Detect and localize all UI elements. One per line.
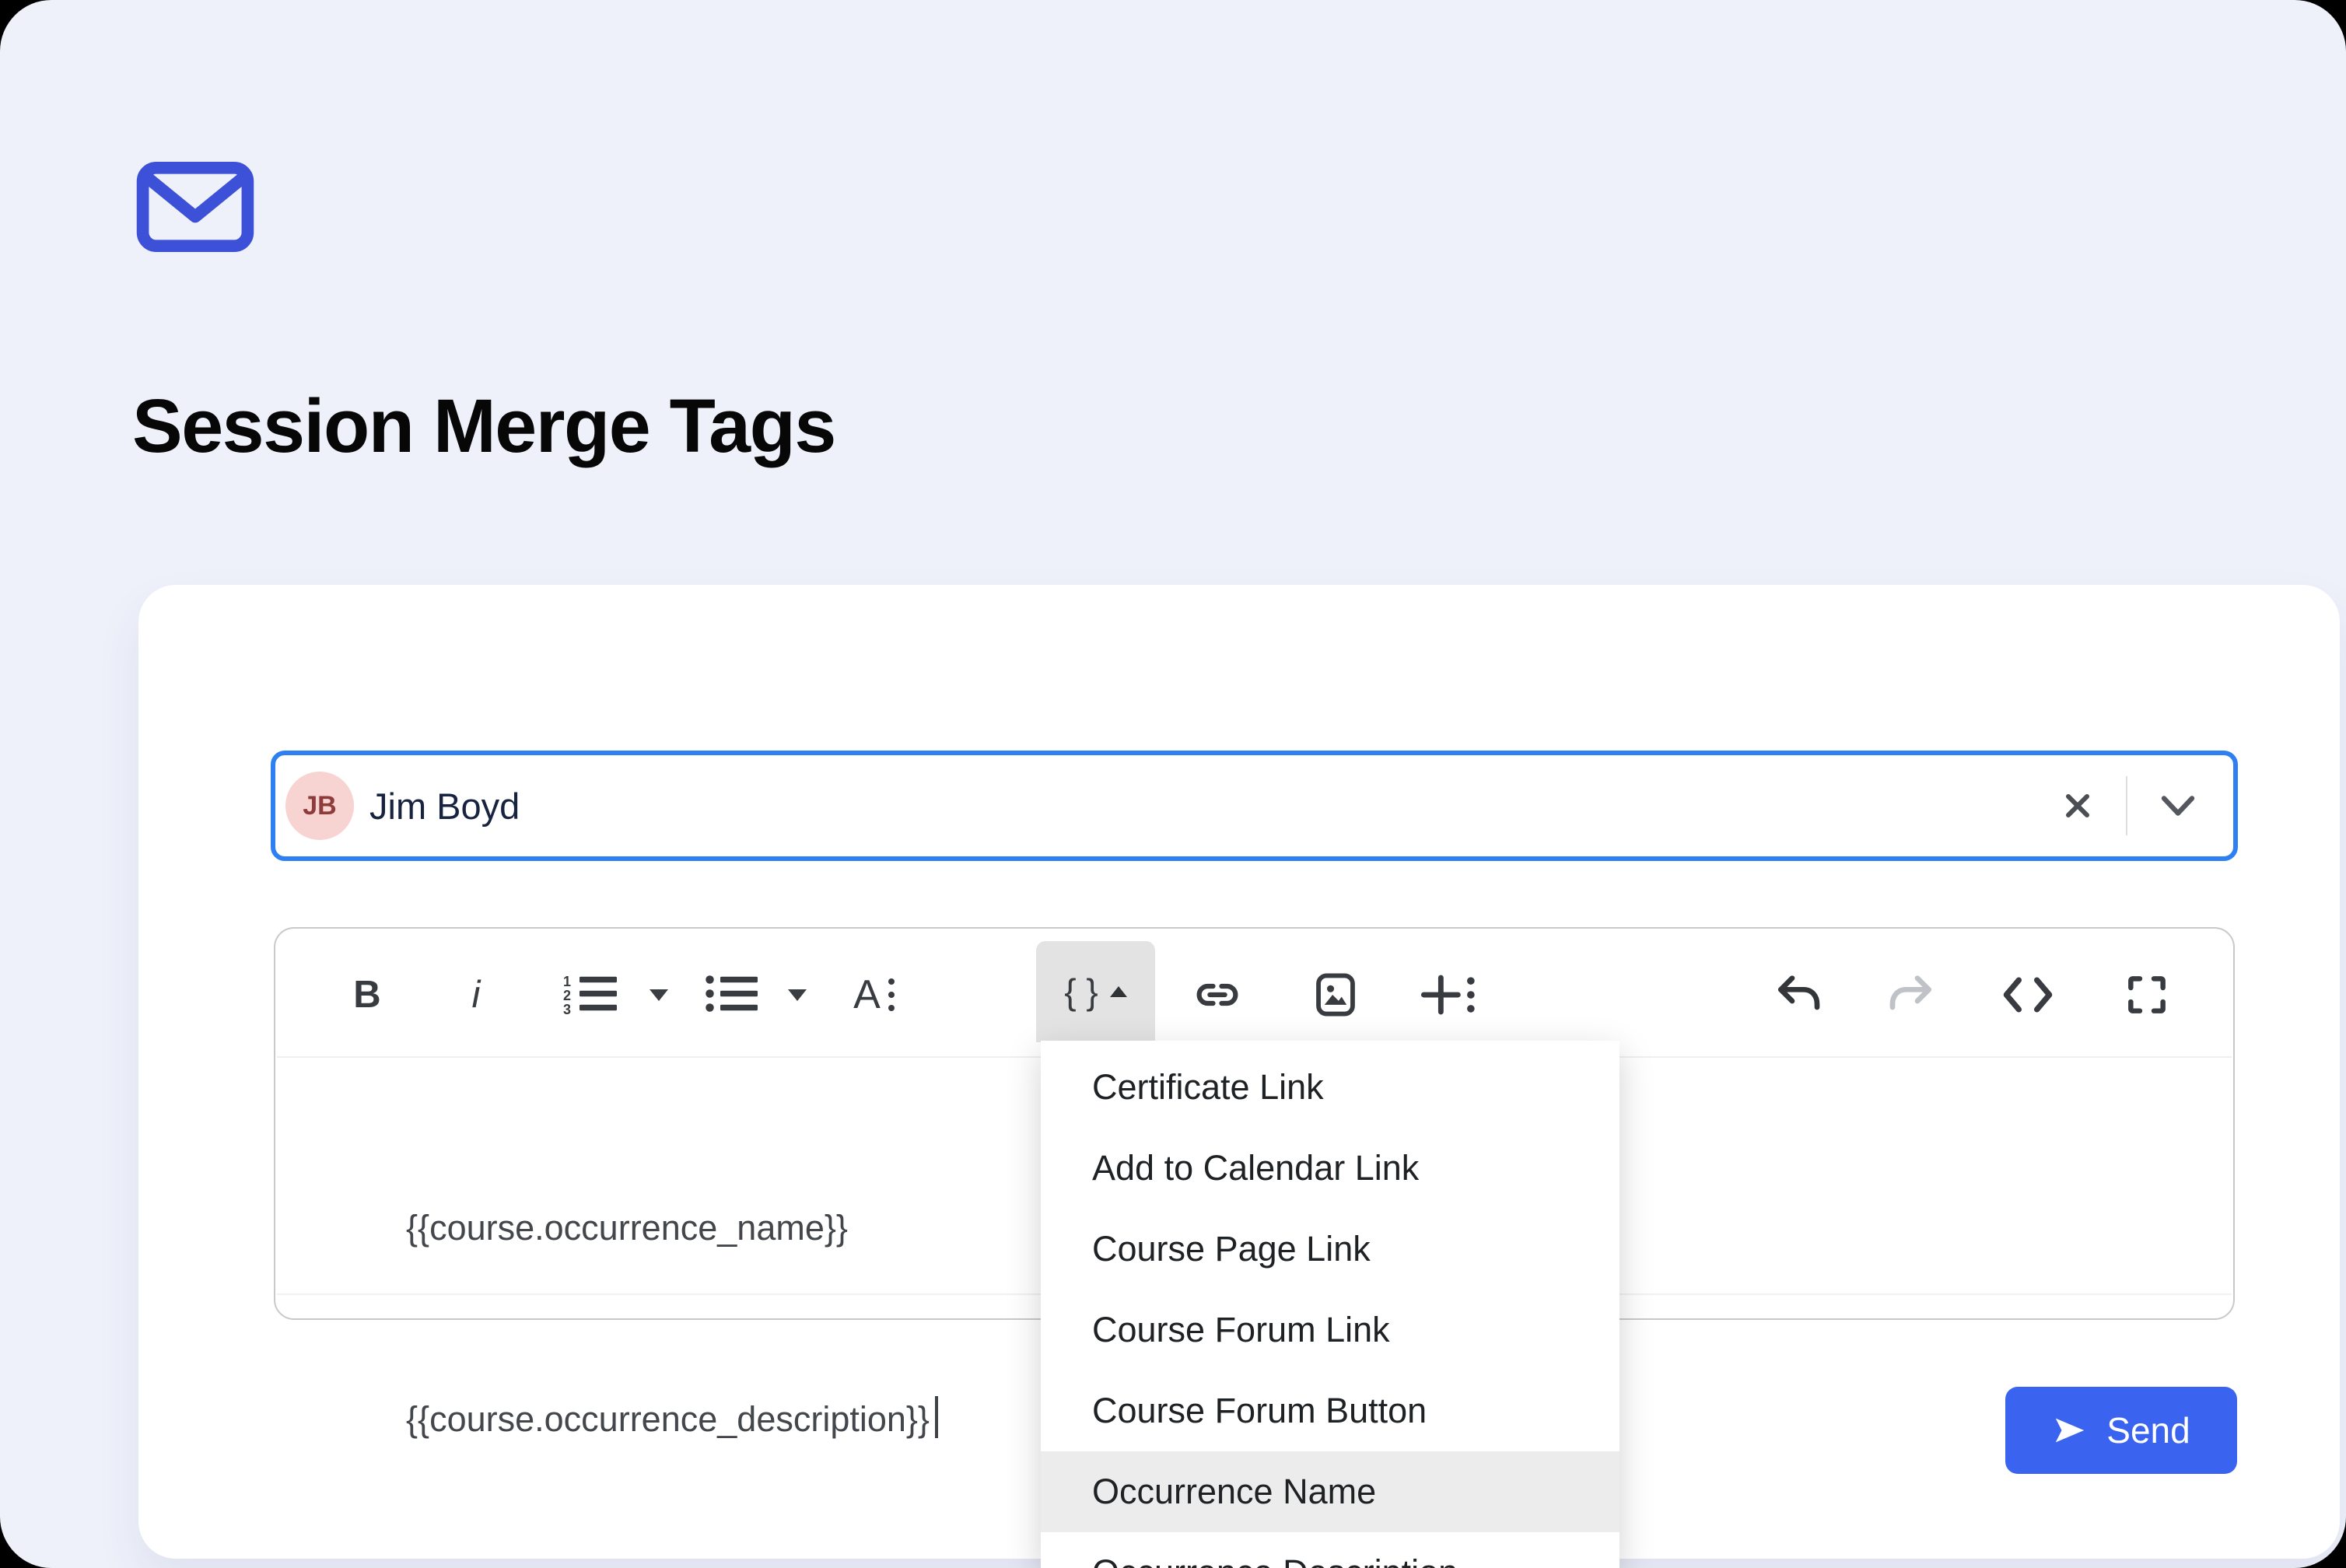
italic-icon: i bbox=[472, 973, 481, 1017]
bullet-list-options-button[interactable] bbox=[781, 956, 814, 1034]
vertical-dots-icon bbox=[888, 977, 895, 1013]
recipient-field[interactable]: JB Jim Boyd bbox=[271, 751, 2238, 861]
image-icon bbox=[1311, 971, 1360, 1019]
ordered-list-icon: 1 2 3 bbox=[563, 974, 619, 1016]
avatar-initials: JB bbox=[303, 791, 336, 821]
insert-image-button[interactable] bbox=[1306, 956, 1365, 1034]
recipient-name: Jim Boyd bbox=[369, 785, 520, 828]
mail-icon bbox=[136, 162, 254, 252]
undo-button[interactable] bbox=[1769, 956, 1828, 1034]
paper-plane-icon bbox=[2052, 1412, 2088, 1448]
redo-button[interactable] bbox=[1882, 956, 1941, 1034]
merge-tags-button[interactable]: { } bbox=[1036, 941, 1155, 1042]
bullet-list-icon bbox=[704, 974, 760, 1016]
menu-item-add-to-calendar-link[interactable]: Add to Calendar Link bbox=[1041, 1128, 1619, 1209]
ordered-list-button[interactable]: 1 2 3 bbox=[562, 956, 621, 1034]
bold-icon: B bbox=[353, 973, 380, 1017]
page-title: Session Merge Tags bbox=[132, 383, 835, 470]
menu-item-course-page-link[interactable]: Course Page Link bbox=[1041, 1209, 1619, 1290]
merge-tag-text: {{course.occurrence_name}} bbox=[406, 1208, 848, 1248]
caret-down-icon bbox=[650, 989, 668, 1001]
svg-text:3: 3 bbox=[563, 1002, 571, 1016]
insert-more-button[interactable] bbox=[1413, 956, 1484, 1034]
undo-icon bbox=[1774, 970, 1823, 1020]
curly-braces-icon: { } bbox=[1064, 971, 1098, 1013]
send-button[interactable]: Send bbox=[2005, 1387, 2237, 1474]
code-icon bbox=[2001, 970, 2055, 1020]
recipient-divider bbox=[2126, 776, 2127, 835]
chevron-down-icon bbox=[2159, 792, 2197, 820]
send-button-label: Send bbox=[2106, 1409, 2190, 1451]
text-style-icon: A bbox=[853, 971, 881, 1018]
caret-up-icon bbox=[1110, 986, 1127, 997]
bullet-list-button[interactable] bbox=[702, 956, 762, 1034]
ordered-list-options-button[interactable] bbox=[643, 956, 675, 1034]
fullscreen-button[interactable] bbox=[2117, 956, 2176, 1034]
text-style-button[interactable]: A bbox=[837, 956, 912, 1034]
redo-icon bbox=[1886, 970, 1936, 1020]
merge-tag-text: {{course.occurrence_description}} bbox=[406, 1399, 930, 1439]
clear-recipient-button[interactable] bbox=[2053, 781, 2103, 831]
bold-button[interactable]: B bbox=[341, 956, 394, 1034]
caret-down-icon bbox=[788, 989, 807, 1001]
italic-button[interactable]: i bbox=[453, 956, 499, 1034]
email-composer-screen: Session Merge Tags JB Jim Boyd bbox=[0, 0, 2346, 1568]
fullscreen-icon bbox=[2123, 971, 2171, 1019]
link-icon bbox=[1192, 969, 1243, 1020]
insert-link-button[interactable] bbox=[1188, 956, 1247, 1034]
avatar: JB bbox=[285, 772, 354, 840]
code-view-button[interactable] bbox=[1998, 956, 2057, 1034]
menu-item-occurrence-description[interactable]: Occurrence Description bbox=[1041, 1532, 1619, 1568]
menu-item-certificate-link[interactable]: Certificate Link bbox=[1041, 1047, 1619, 1128]
text-cursor bbox=[935, 1396, 938, 1438]
plus-with-dots-icon bbox=[1419, 969, 1478, 1020]
merge-tag-menu: Certificate Link Add to Calendar Link Co… bbox=[1041, 1041, 1619, 1568]
menu-item-course-forum-button[interactable]: Course Forum Button bbox=[1041, 1370, 1619, 1451]
x-icon bbox=[2062, 790, 2093, 821]
menu-item-occurrence-name[interactable]: Occurrence Name bbox=[1041, 1451, 1619, 1532]
menu-item-course-forum-link[interactable]: Course Forum Link bbox=[1041, 1290, 1619, 1370]
expand-recipients-button[interactable] bbox=[2151, 781, 2205, 831]
